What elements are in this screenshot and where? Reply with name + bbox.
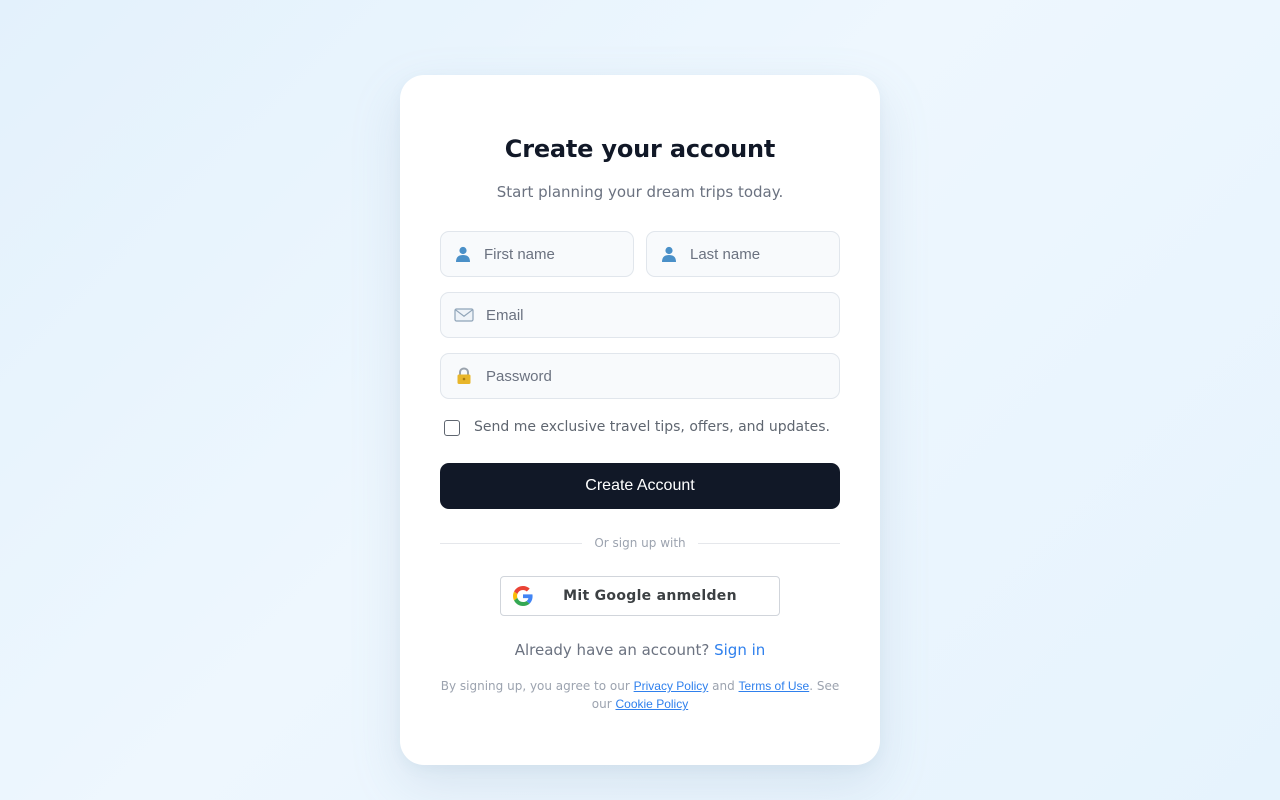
page-subtitle: Start planning your dream trips today. xyxy=(496,183,784,201)
newsletter-label[interactable]: Send me exclusive travel tips, offers, a… xyxy=(474,419,830,435)
signup-card: Create your account Start planning your … xyxy=(400,75,889,765)
user-icon xyxy=(660,245,678,263)
email-input[interactable] xyxy=(486,293,839,337)
newsletter-option[interactable]: Send me exclusive travel tips, offers, a… xyxy=(444,419,830,436)
last-name-input[interactable] xyxy=(690,232,889,276)
first-name-field[interactable] xyxy=(440,231,683,277)
email-field[interactable] xyxy=(440,292,840,338)
google-signin-button[interactable]: Mit Google anmelden xyxy=(500,576,780,616)
password-input[interactable] xyxy=(486,354,839,398)
privacy-policy-link[interactable]: Privacy Policy xyxy=(634,679,709,693)
divider-line-right xyxy=(697,542,840,544)
divider-line-left xyxy=(440,542,583,544)
divider-text: Or sign up with xyxy=(594,536,686,550)
terms-of-use-link[interactable]: Terms of Use xyxy=(739,679,810,693)
google-icon xyxy=(513,586,533,606)
newsletter-checkbox[interactable] xyxy=(444,420,460,436)
envelope-icon xyxy=(454,307,474,323)
user-icon xyxy=(454,245,472,263)
last-name-field[interactable] xyxy=(646,231,889,277)
signin-link[interactable]: Sign in xyxy=(714,641,765,659)
page-title: Create your account xyxy=(504,135,776,163)
legal-and: and xyxy=(712,679,735,693)
cookie-policy-link[interactable]: Cookie Policy xyxy=(616,697,689,711)
legal-prefix: By signing up, you agree to our xyxy=(440,679,630,693)
password-field[interactable] xyxy=(440,353,840,399)
google-button-label: Mit Google anmelden xyxy=(563,588,737,604)
social-divider: Or sign up with xyxy=(440,534,840,552)
create-account-button[interactable]: Create Account xyxy=(440,463,840,509)
signin-prompt-text: Already have an account? xyxy=(514,641,710,659)
signin-prompt: Already have an account? Sign in xyxy=(400,641,880,659)
lock-icon xyxy=(454,367,474,385)
legal-notice: By signing up, you agree to our Privacy … xyxy=(440,677,840,713)
